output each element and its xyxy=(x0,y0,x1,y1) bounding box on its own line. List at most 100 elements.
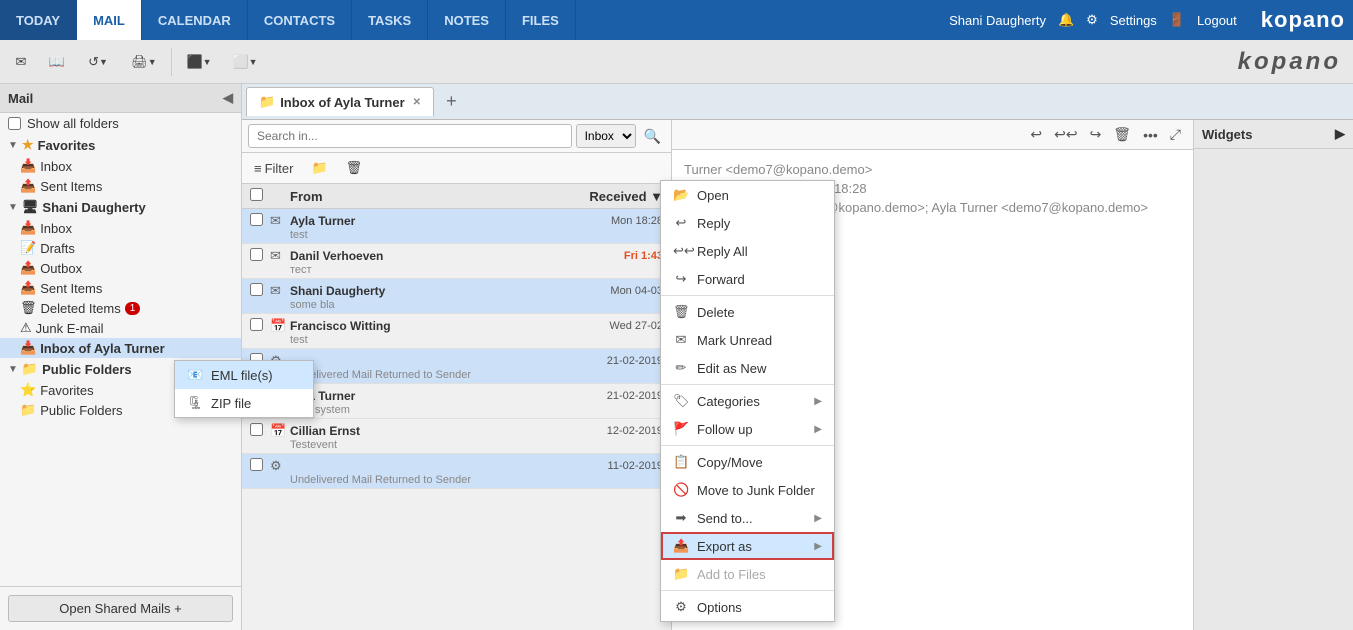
email-preview-0: test xyxy=(250,229,663,241)
view-button[interactable]: ⬜ ▼ xyxy=(223,45,267,79)
ctx-categories-icon: 🏷 xyxy=(673,393,689,409)
add-tab-button[interactable]: + xyxy=(440,91,463,112)
email-check-0[interactable] xyxy=(250,213,263,226)
show-all-folders-checkbox[interactable] xyxy=(8,117,21,130)
email-rows: ✉ Ayla Turner Mon 18:28 test ✉ Danil xyxy=(242,209,671,630)
notification-icon[interactable]: 🔔 xyxy=(1058,12,1074,28)
sidebar-item-public-favorites[interactable]: ⭐ Favorites xyxy=(12,380,241,400)
favorites-header[interactable]: ▼ ★ Favorites xyxy=(0,134,241,156)
ctx-follow-up-icon: 🚩 xyxy=(673,421,689,437)
ctx-export-as[interactable]: 📤 Export as ▶ xyxy=(661,532,834,560)
delete-action-button[interactable]: 🗑 xyxy=(340,157,369,179)
search-scope-select[interactable]: Inbox xyxy=(576,124,636,148)
logout-icon[interactable]: 🚪 xyxy=(1169,12,1185,28)
ctx-options[interactable]: ⚙ Options xyxy=(661,593,834,621)
open-shared-button[interactable]: Open Shared Mails + xyxy=(8,595,233,622)
email-row-7[interactable]: ⚙ 11-02-2019 Undelivered Mail Returned t… xyxy=(242,454,671,489)
ctx-reply[interactable]: ↩ Reply xyxy=(661,209,834,237)
ctx-edit-new[interactable]: ✏ Edit as New xyxy=(661,354,834,382)
header-from[interactable]: From xyxy=(290,189,563,204)
email-row-5[interactable]: ✉ Ayla Turner 21-02-2019 Nice system xyxy=(242,384,671,419)
ctx-delete[interactable]: 🗑 Delete xyxy=(661,298,834,326)
new-window-button[interactable]: ⬛ ▼ xyxy=(177,45,221,79)
header-date[interactable]: Received ▼ xyxy=(563,189,663,204)
sidebar-item-sent-items[interactable]: 📤 Sent Items xyxy=(12,278,241,298)
email-check-1[interactable] xyxy=(250,248,263,261)
ctx-copy-move[interactable]: 📋 Copy/Move xyxy=(661,448,834,476)
account-shani-header[interactable]: ▼ 🖥 Shani Daugherty xyxy=(0,196,241,218)
email-row-0[interactable]: ✉ Ayla Turner Mon 18:28 test xyxy=(242,209,671,244)
reply-all-button[interactable]: ↩↩ xyxy=(1050,124,1081,145)
sidebar-item-sent-favorites[interactable]: 📤 Sent Items xyxy=(12,176,241,196)
compose-button[interactable]: ✉ xyxy=(4,45,38,79)
email-row-3[interactable]: 📅 Francisco Witting Wed 27-02 test xyxy=(242,314,671,349)
deleted-label: Deleted Items xyxy=(41,301,121,316)
logout-label[interactable]: Logout xyxy=(1197,13,1237,28)
ctx-reply-all-label: Reply All xyxy=(697,244,748,259)
sidebar-item-outbox[interactable]: 📤 Outbox xyxy=(12,258,241,278)
sidebar-item-ayla-inbox[interactable]: 📥 Inbox of Ayla Turner xyxy=(0,338,241,358)
email-check-7[interactable] xyxy=(250,458,263,471)
select-all-checkbox[interactable] xyxy=(250,188,263,201)
address-book-button[interactable]: 📖 xyxy=(40,45,74,79)
settings-label[interactable]: Settings xyxy=(1110,13,1157,28)
email-check-5[interactable] xyxy=(250,388,263,401)
settings-icon[interactable]: ⚙ xyxy=(1086,12,1098,28)
nav-notes[interactable]: NOTES xyxy=(428,0,506,40)
sidebar: Mail ◀ Show all folders ▼ ★ Favorites 📥 … xyxy=(0,84,242,630)
filter-button[interactable]: ≡ Filter xyxy=(248,158,299,179)
ctx-move-junk[interactable]: 🚫 Move to Junk Folder xyxy=(661,476,834,504)
compose-icon: ✉ xyxy=(16,54,27,70)
tab-close-icon[interactable]: ✕ xyxy=(413,97,421,108)
show-all-folders[interactable]: Show all folders xyxy=(0,113,241,134)
public-folders-header[interactable]: ▼ 📁 Public Folders xyxy=(0,358,241,380)
new-window-icon: ⬛ xyxy=(186,54,202,70)
ctx-reply-all[interactable]: ↩↩ Reply All xyxy=(661,237,834,265)
sidebar-item-public-folders[interactable]: 📁 Public Folders xyxy=(12,400,241,420)
email-check-2[interactable] xyxy=(250,283,263,296)
ctx-export-arrow: ▶ xyxy=(814,541,822,552)
email-check-3[interactable] xyxy=(250,318,263,331)
tab-inbox-ayla[interactable]: 📁 Inbox of Ayla Turner ✕ xyxy=(246,87,434,116)
sidebar-item-shani-inbox[interactable]: 📥 Inbox xyxy=(12,218,241,238)
ctx-send-to[interactable]: ➡ Send to... ▶ xyxy=(661,504,834,532)
sidebar-item-junk[interactable]: ⚠ Junk E-mail xyxy=(12,318,241,338)
nav-contacts[interactable]: CONTACTS xyxy=(248,0,352,40)
nav-today[interactable]: TODAY xyxy=(0,0,77,40)
search-button[interactable]: 🔍 xyxy=(640,126,665,147)
email-row-2[interactable]: ✉ Shani Daugherty Mon 04-03 some bla xyxy=(242,279,671,314)
refresh-button[interactable]: ↺ ▼ xyxy=(76,45,120,79)
more-options-button[interactable]: ••• xyxy=(1139,125,1162,145)
email-check-4[interactable] xyxy=(250,353,263,366)
ctx-open[interactable]: 📂 Open xyxy=(661,181,834,209)
reply-button[interactable]: ↩ xyxy=(1026,124,1046,145)
sidebar-item-deleted-items[interactable]: 🗑 Deleted Items 1 xyxy=(12,298,241,318)
ctx-mark-unread[interactable]: ✉ Mark Unread xyxy=(661,326,834,354)
email-row-6[interactable]: 📅 Cillian Ernst 12-02-2019 Testevent xyxy=(242,419,671,454)
ctx-forward[interactable]: ↪ Forward xyxy=(661,265,834,293)
email-icon-3: 📅 xyxy=(270,318,290,334)
widgets-expand-icon[interactable]: ▶ xyxy=(1335,126,1345,142)
popout-button[interactable]: ⤢ xyxy=(1166,124,1185,145)
email-check-6[interactable] xyxy=(250,423,263,436)
ctx-categories[interactable]: 🏷 Categories ▶ xyxy=(661,387,834,415)
search-input[interactable] xyxy=(248,124,572,148)
ctx-add-files-icon: 📁 xyxy=(673,566,689,582)
sidebar-collapse-icon[interactable]: ◀ xyxy=(223,90,233,106)
nav-tasks[interactable]: TASKS xyxy=(352,0,428,40)
sidebar-item-inbox-favorites[interactable]: 📥 Inbox xyxy=(12,156,241,176)
ctx-follow-up[interactable]: 🚩 Follow up ▶ xyxy=(661,415,834,443)
sidebar-item-drafts[interactable]: 📝 Drafts xyxy=(12,238,241,258)
tab-inbox-icon: 📁 xyxy=(259,94,275,110)
print-button[interactable]: 🖨 ▼ xyxy=(122,45,166,79)
nav-mail[interactable]: MAIL xyxy=(77,0,142,40)
email-preview-7: Undelivered Mail Returned to Sender xyxy=(250,474,663,486)
email-row-4[interactable]: ⚙ 21-02-2019 Undelivered Mail Returned t… xyxy=(242,349,671,384)
nav-calendar[interactable]: CALENDAR xyxy=(142,0,248,40)
email-row-1[interactable]: ✉ Danil Verhoeven Fri 1:43 тест xyxy=(242,244,671,279)
forward-button[interactable]: ↪ xyxy=(1086,124,1106,145)
ctx-sep-1 xyxy=(661,295,834,296)
move-to-folder-button[interactable]: 📁 xyxy=(305,157,333,179)
delete-preview-button[interactable]: 🗑 xyxy=(1109,124,1135,145)
nav-files[interactable]: FILES xyxy=(506,0,576,40)
